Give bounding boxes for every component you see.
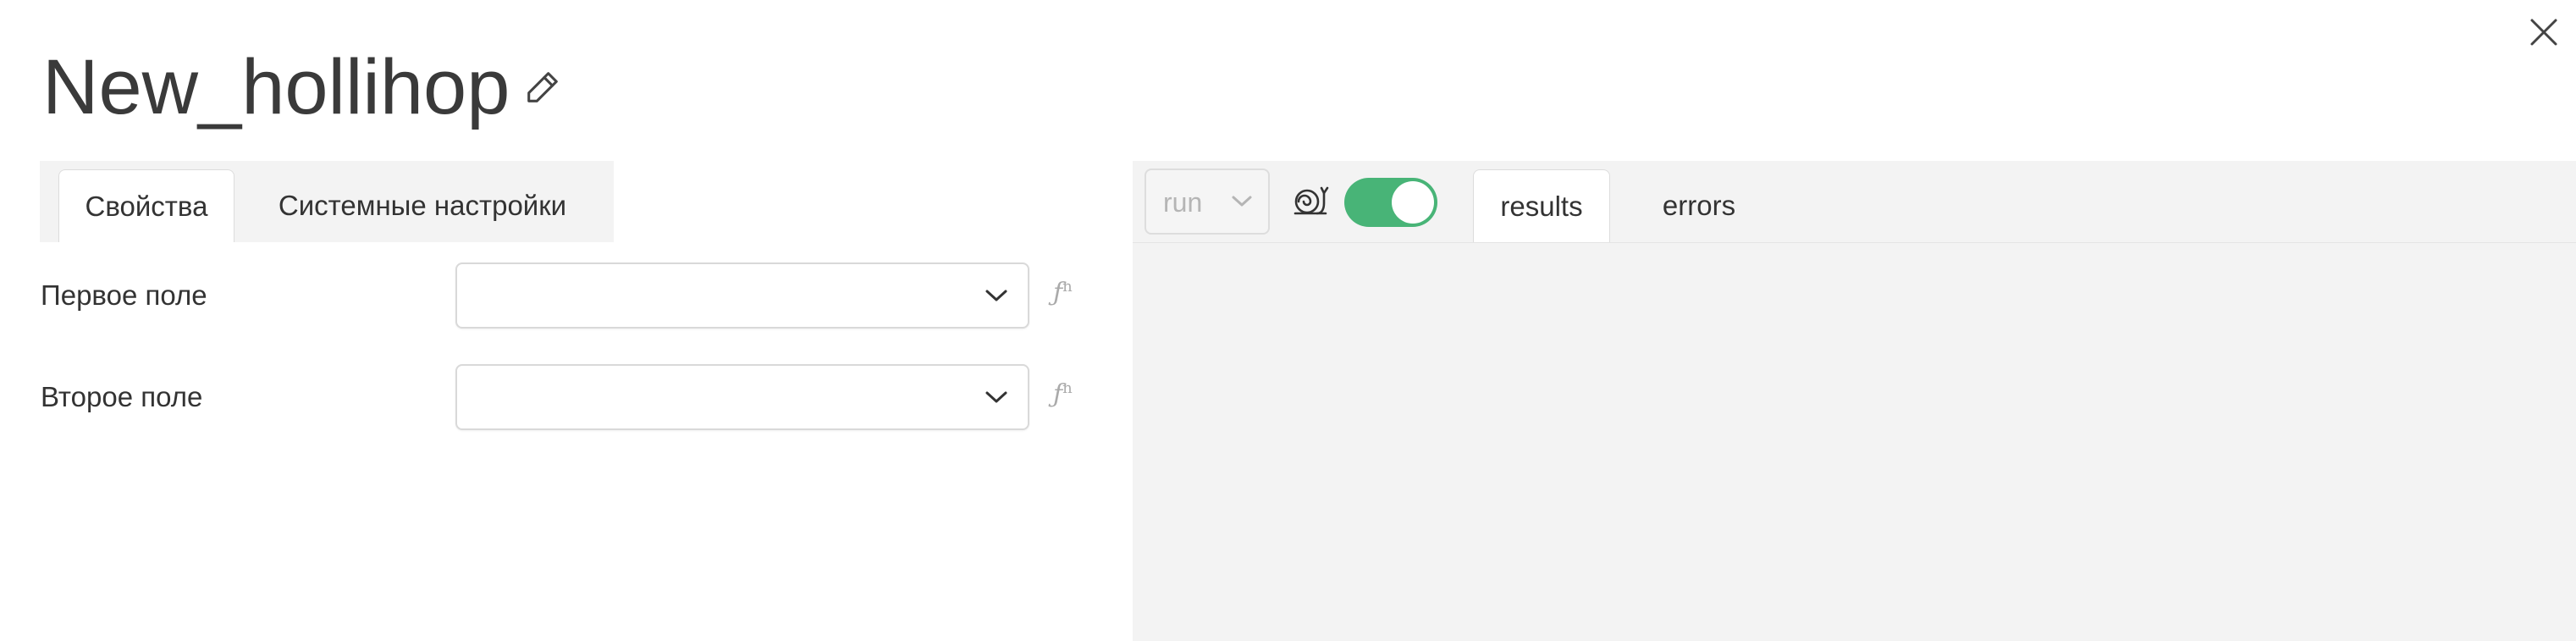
chevron-down-icon bbox=[985, 391, 1007, 403]
run-mode-select[interactable]: run bbox=[1145, 169, 1270, 235]
field-label-second: Второе поле bbox=[41, 381, 203, 412]
function-toggle-second[interactable]: ƒn bbox=[1053, 379, 1073, 409]
field-label-first: Первое поле bbox=[41, 279, 207, 311]
toggle-knob bbox=[1392, 181, 1434, 224]
fn-icon: ƒ bbox=[1053, 278, 1063, 307]
tab-errors[interactable]: errors bbox=[1636, 169, 1762, 242]
tab-system-settings[interactable]: Системные настройки bbox=[262, 169, 583, 242]
function-toggle-first[interactable]: ƒn bbox=[1053, 278, 1073, 307]
pencil-icon bbox=[527, 72, 558, 102]
chevron-down-icon bbox=[985, 290, 1007, 301]
edit-title-button[interactable] bbox=[523, 68, 562, 107]
tab-results[interactable]: results bbox=[1473, 169, 1610, 242]
chevron-down-icon bbox=[1232, 196, 1252, 207]
snail-icon bbox=[1294, 186, 1329, 215]
close-icon bbox=[2530, 19, 2557, 46]
results-panel: run results errors bbox=[1133, 161, 2576, 641]
fn-icon-sup: n bbox=[1062, 278, 1073, 296]
properties-tabbar: Свойства Системные настройки bbox=[40, 161, 614, 242]
fn-icon-sup: n bbox=[1062, 379, 1073, 397]
toolbar-divider bbox=[1133, 242, 2576, 243]
page-title: New_hollihop bbox=[42, 44, 510, 130]
tab-properties[interactable]: Свойства bbox=[58, 169, 234, 242]
second-field-select[interactable] bbox=[455, 364, 1029, 430]
slow-mode-toggle[interactable] bbox=[1344, 178, 1437, 227]
run-mode-value: run bbox=[1163, 187, 1203, 218]
close-button[interactable] bbox=[2527, 15, 2561, 49]
fn-icon: ƒ bbox=[1053, 379, 1063, 409]
first-field-select[interactable] bbox=[455, 262, 1029, 329]
